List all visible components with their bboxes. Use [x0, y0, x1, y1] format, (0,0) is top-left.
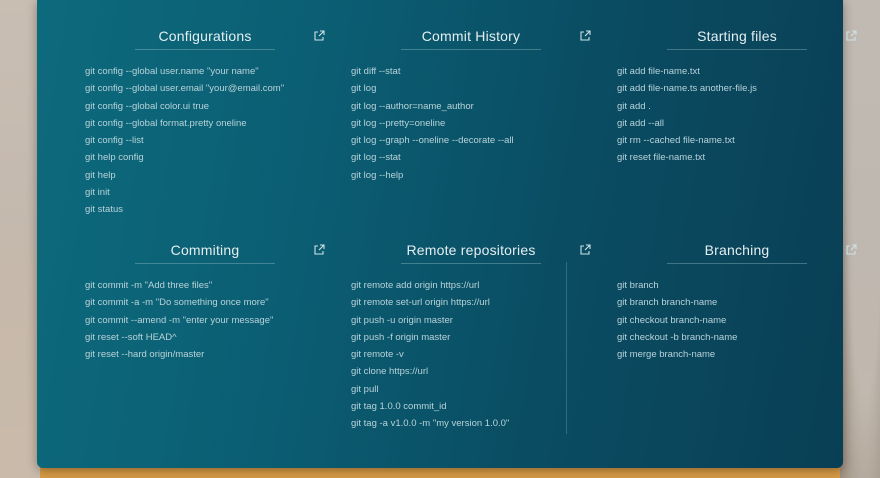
- command-item[interactable]: git clone https://url: [351, 363, 509, 380]
- command-item[interactable]: git add file-name.txt: [617, 63, 757, 80]
- section-header: Remote repositories: [351, 241, 591, 265]
- section-title: Configurations: [158, 28, 252, 44]
- command-item[interactable]: git status: [85, 201, 284, 218]
- title-underline: [135, 263, 275, 264]
- command-item[interactable]: git diff --stat: [351, 63, 514, 80]
- command-item[interactable]: git config --global color.ui true: [85, 98, 284, 115]
- section-commiting: Commiting git commit -m "Add three files…: [85, 241, 325, 360]
- title-underline: [401, 263, 541, 264]
- command-list: git diff --stat git log git log --author…: [351, 63, 514, 184]
- external-link-icon[interactable]: [313, 244, 325, 256]
- section-title: Branching: [704, 242, 770, 258]
- command-item[interactable]: git tag -a v1.0.0 -m "my version 1.0.0": [351, 415, 509, 432]
- section-header: Branching: [617, 241, 857, 265]
- command-item[interactable]: git reset --soft HEAD^: [85, 329, 273, 346]
- command-item[interactable]: git config --list: [85, 132, 284, 149]
- command-item[interactable]: git branch branch-name: [617, 294, 737, 311]
- section-commit-history: Commit History git diff --stat git log g…: [351, 27, 591, 181]
- command-list: git branch git branch branch-name git ch…: [617, 277, 737, 363]
- section-title: Starting files: [697, 28, 777, 44]
- command-item[interactable]: git reset --hard origin/master: [85, 346, 273, 363]
- command-item[interactable]: git init: [85, 184, 284, 201]
- command-item[interactable]: git commit -a -m "Do something once more…: [85, 294, 273, 311]
- command-item[interactable]: git remote add origin https://url: [351, 277, 509, 294]
- command-item[interactable]: git add --all: [617, 115, 757, 132]
- section-header: Starting files: [617, 27, 857, 51]
- command-item[interactable]: git push -f origin master: [351, 329, 509, 346]
- title-underline: [401, 49, 541, 50]
- command-item[interactable]: git tag 1.0.0 commit_id: [351, 398, 509, 415]
- section-configurations: Configurations git config --global user.…: [85, 27, 325, 215]
- title-underline: [667, 49, 807, 50]
- command-item[interactable]: git log --stat: [351, 149, 514, 166]
- command-item[interactable]: git config --global format.pretty onelin…: [85, 115, 284, 132]
- command-list: git commit -m "Add three files" git comm…: [85, 277, 273, 363]
- title-underline: [667, 263, 807, 264]
- command-item[interactable]: git help config: [85, 149, 284, 166]
- command-item[interactable]: git commit --amend -m "enter your messag…: [85, 312, 273, 329]
- command-item[interactable]: git config --global user.name "your name…: [85, 63, 284, 80]
- command-list: git remote add origin https://url git re…: [351, 277, 509, 433]
- section-header: Commit History: [351, 27, 591, 51]
- command-item[interactable]: git checkout -b branch-name: [617, 329, 737, 346]
- external-link-icon[interactable]: [845, 30, 857, 42]
- section-branching: Branching git branch git branch branch-n…: [617, 241, 857, 360]
- command-item[interactable]: git checkout branch-name: [617, 312, 737, 329]
- command-list: git config --global user.name "your name…: [85, 63, 284, 219]
- command-item[interactable]: git merge branch-name: [617, 346, 737, 363]
- section-title: Remote repositories: [406, 242, 536, 258]
- section-title: Commit History: [421, 28, 521, 44]
- command-item[interactable]: git log --help: [351, 167, 514, 184]
- command-item[interactable]: git add file-name.ts another-file.js: [617, 80, 757, 97]
- command-item[interactable]: git add .: [617, 98, 757, 115]
- section-header: Configurations: [85, 27, 325, 51]
- command-item[interactable]: git reset file-name.txt: [617, 149, 757, 166]
- command-item[interactable]: git log --graph --oneline --decorate --a…: [351, 132, 514, 149]
- git-cheatsheet-panel: Configurations git config --global user.…: [37, 0, 857, 468]
- command-item[interactable]: git branch: [617, 277, 737, 294]
- section-header: Commiting: [85, 241, 325, 265]
- title-underline: [135, 49, 275, 50]
- command-item[interactable]: git push -u origin master: [351, 312, 509, 329]
- command-item[interactable]: git remote -v: [351, 346, 509, 363]
- external-link-icon[interactable]: [845, 244, 857, 256]
- command-item[interactable]: git remote set-url origin https://url: [351, 294, 509, 311]
- command-item[interactable]: git log --author=name_author: [351, 98, 514, 115]
- command-item[interactable]: git log --pretty=oneline: [351, 115, 514, 132]
- command-item[interactable]: git log: [351, 80, 514, 97]
- command-item[interactable]: git rm --cached file-name.txt: [617, 132, 757, 149]
- command-item[interactable]: git help: [85, 167, 284, 184]
- section-remote-repositories: Remote repositories git remote add origi…: [351, 241, 591, 429]
- column-divider: [566, 262, 567, 434]
- external-link-icon[interactable]: [579, 244, 591, 256]
- external-link-icon[interactable]: [579, 30, 591, 42]
- external-link-icon[interactable]: [313, 30, 325, 42]
- command-list: git add file-name.txt git add file-name.…: [617, 63, 757, 167]
- command-item[interactable]: git pull: [351, 381, 509, 398]
- command-item[interactable]: git commit -m "Add three files": [85, 277, 273, 294]
- command-item[interactable]: git config --global user.email "your@ema…: [85, 80, 284, 97]
- section-title: Commiting: [170, 242, 240, 258]
- section-starting-files: Starting files git add file-name.txt git…: [617, 27, 857, 163]
